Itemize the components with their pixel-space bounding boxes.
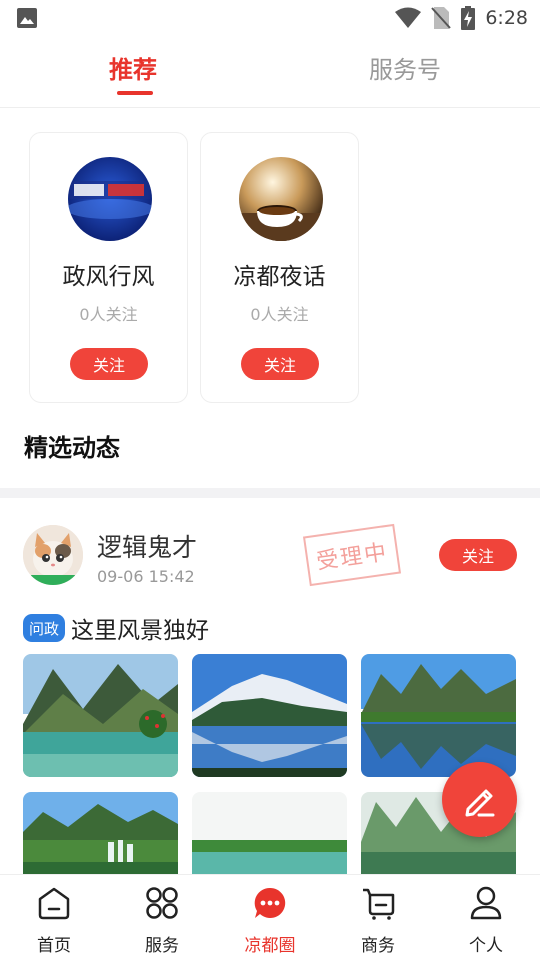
- no-sim-icon: [431, 7, 452, 29]
- bottom-nav: 首页 服务 凉都圈 商务 个人: [0, 874, 540, 960]
- image-notification-icon: [17, 8, 37, 28]
- nav-home[interactable]: 首页: [0, 875, 108, 960]
- tab-service-accounts[interactable]: 服务号: [369, 50, 441, 85]
- compose-button[interactable]: [442, 762, 517, 837]
- status-bar: 6:28: [0, 0, 540, 36]
- nav-label: 商务: [361, 936, 395, 956]
- battery-charging-icon: [461, 6, 476, 30]
- wifi-icon: [395, 7, 422, 28]
- recommend-cards: 政风行风 0人关注 关注 凉都夜话 0人关注 关注: [29, 132, 359, 403]
- nav-business[interactable]: 商务: [324, 875, 432, 960]
- post-content-row[interactable]: 问政 这里风景独好: [23, 611, 209, 645]
- account-name: 政风行风: [62, 264, 155, 290]
- cart-icon: [363, 888, 395, 920]
- status-right: 6:28: [395, 6, 528, 30]
- section-title: 精选动态: [24, 434, 120, 462]
- grid-icon: [146, 887, 178, 919]
- follow-button[interactable]: 关注: [70, 348, 148, 380]
- post-timestamp: 09-06 15:42: [97, 567, 195, 586]
- follow-user-button[interactable]: 关注: [439, 539, 517, 571]
- nav-liangdu-circle[interactable]: 凉都圈: [216, 875, 324, 960]
- follow-button[interactable]: 关注: [241, 348, 319, 380]
- pencil-icon: [465, 789, 494, 816]
- category-tag: 问政: [23, 614, 66, 642]
- follower-count: 0人关注: [250, 305, 309, 324]
- active-tab-indicator: [117, 91, 153, 95]
- tab-recommend[interactable]: 推荐: [109, 50, 157, 85]
- nav-profile[interactable]: 个人: [432, 875, 540, 960]
- post-photo[interactable]: [23, 792, 178, 874]
- chat-bubble-icon: [254, 887, 286, 918]
- post-username[interactable]: 逻辑鬼才: [97, 528, 197, 564]
- nav-services[interactable]: 服务: [108, 875, 216, 960]
- top-tabs: 推荐 服务号: [0, 36, 540, 108]
- post-photo[interactable]: [23, 654, 178, 777]
- section-divider: [0, 488, 540, 498]
- person-icon: [470, 886, 502, 920]
- account-name: 凉都夜话: [233, 264, 326, 290]
- recommend-card[interactable]: 凉都夜话 0人关注 关注: [200, 132, 359, 403]
- post-photo[interactable]: [192, 654, 347, 777]
- status-time: 6:28: [485, 7, 528, 29]
- recommend-card[interactable]: 政风行风 0人关注 关注: [29, 132, 188, 403]
- nav-label: 首页: [37, 936, 71, 956]
- post-text: 这里风景独好: [71, 618, 210, 644]
- nav-label: 服务: [145, 936, 179, 956]
- account-avatar: [68, 157, 152, 241]
- nav-label: 凉都圈: [244, 936, 296, 956]
- account-avatar: [239, 157, 323, 241]
- post-photo[interactable]: [192, 792, 347, 874]
- nav-label: 个人: [469, 936, 503, 956]
- post-photo[interactable]: [361, 654, 516, 777]
- status-left: [16, 7, 38, 29]
- follower-count: 0人关注: [79, 305, 138, 324]
- status-stamp: 受理中: [302, 523, 402, 587]
- user-avatar[interactable]: [23, 525, 83, 585]
- home-icon: [38, 887, 70, 920]
